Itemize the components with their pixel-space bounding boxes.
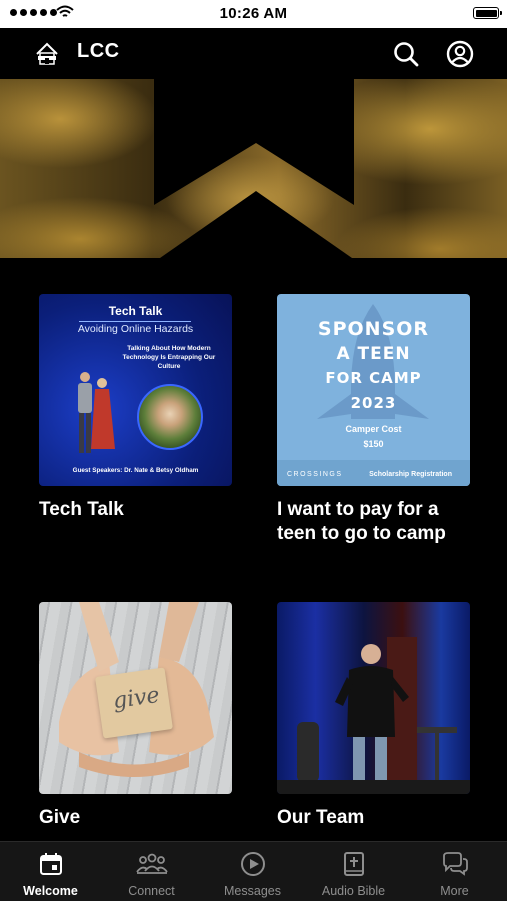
- sponsor-line1: SPONSOR: [317, 318, 430, 340]
- tech-talk-subheading: Avoiding Online Hazards: [77, 323, 194, 335]
- our-team-image[interactable]: [277, 602, 470, 794]
- nav-messages[interactable]: Messages: [202, 842, 303, 901]
- nav-audio-bible[interactable]: Audio Bible: [303, 842, 404, 901]
- hero-banner[interactable]: [0, 79, 507, 258]
- nav-label: Audio Bible: [321, 884, 386, 898]
- tech-talk-image[interactable]: Tech Talk Avoiding Online Hazards Talkin…: [39, 294, 232, 486]
- scholarship-registration: Scholarship Registration: [369, 471, 452, 478]
- profile-icon[interactable]: [446, 40, 474, 68]
- tech-talk-heading: Tech Talk: [108, 304, 163, 318]
- speaker-on-stage-graphic: [277, 637, 470, 794]
- card-tech-talk[interactable]: Tech Talk Avoiding Online Hazards Talkin…: [39, 294, 232, 522]
- speaker-portrait: [137, 384, 203, 450]
- nav-label: Connect: [128, 884, 175, 898]
- sponsor-image[interactable]: SPONSOR A TEEN FOR CAMP 2023 Camper Cost…: [277, 294, 470, 486]
- app-title: LCC: [77, 40, 120, 62]
- crossings-brand: CROSSINGS: [287, 471, 343, 478]
- divider: [79, 321, 191, 322]
- card-title[interactable]: Tech Talk: [39, 498, 232, 522]
- app-header: LCC: [0, 28, 507, 78]
- card-title[interactable]: I want to pay for a teen to go to camp: [277, 498, 470, 546]
- card-sponsor-teen[interactable]: SPONSOR A TEEN FOR CAMP 2023 Camper Cost…: [277, 294, 470, 546]
- chat-icon: [442, 852, 468, 876]
- card-title[interactable]: Our Team: [277, 806, 470, 830]
- status-bar: 10:26 AM: [0, 0, 507, 28]
- nav-label: More: [440, 884, 469, 898]
- sponsor-line3: FOR CAMP: [325, 369, 422, 387]
- nav-label: Messages: [224, 884, 281, 898]
- card-title[interactable]: Give: [39, 806, 232, 830]
- speakers-photo: [78, 372, 115, 453]
- bottom-nav: Welcome Connect Messages Audio Bible Mor…: [0, 841, 507, 901]
- nav-connect[interactable]: Connect: [101, 842, 202, 901]
- people-icon: [135, 853, 168, 874]
- play-icon: [240, 852, 265, 876]
- calendar-icon: [39, 853, 62, 875]
- church-logo-icon: [36, 42, 58, 65]
- tech-talk-description: Talking About How Modern Technology Is E…: [122, 345, 216, 370]
- nav-label: Welcome: [23, 884, 78, 898]
- search-icon[interactable]: [392, 40, 420, 68]
- tech-talk-footer: Guest Speakers: Dr. Nate & Betsy Oldham: [72, 467, 199, 474]
- card-our-team[interactable]: Our Team: [277, 602, 470, 830]
- status-time: 10:26 AM: [219, 5, 288, 22]
- nav-welcome[interactable]: Welcome: [0, 842, 101, 901]
- sponsor-line2: A TEEN: [336, 344, 411, 364]
- camper-cost-label: Camper Cost: [345, 424, 402, 434]
- camper-cost-value: $150: [363, 439, 384, 449]
- card-give[interactable]: give Give: [39, 602, 232, 830]
- bible-icon: [343, 852, 364, 876]
- give-image[interactable]: give: [39, 602, 232, 794]
- nav-more[interactable]: More: [404, 842, 505, 901]
- sponsor-line4: 2023: [350, 394, 397, 412]
- chevron-up-logo: [154, 79, 354, 258]
- battery-icon: [473, 7, 502, 19]
